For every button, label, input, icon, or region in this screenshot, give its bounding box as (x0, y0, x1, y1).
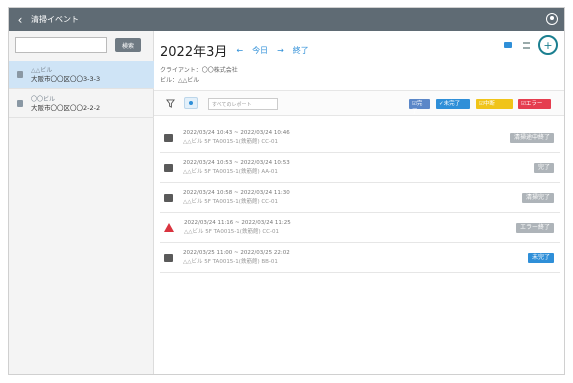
status-badge: 清掃途中終了 (509, 133, 554, 143)
event-icon (164, 133, 173, 142)
filter-chip-done[interactable]: ☑完了 (409, 99, 430, 115)
next-month-button[interactable]: → (277, 46, 284, 55)
status-badge: 未完了 (527, 253, 554, 263)
sidebar-item-building[interactable]: 〇〇ビル 大阪市〇〇区〇〇2-2-2 (9, 90, 154, 118)
event-icon (164, 253, 173, 262)
warning-icon (164, 223, 174, 232)
month-header: 2022年3月 ← 今日 → 終了 (160, 41, 309, 60)
event-location: △△ビル 5F TA0015-1(鉄筋館) BB-01 (183, 258, 278, 265)
event-location: △△ビル 5F TA0015-1(鉄筋館) AA-01 (183, 168, 278, 175)
add-event-button[interactable]: + (538, 35, 558, 55)
today-button[interactable]: 今日 (252, 45, 268, 56)
building-name: 〇〇ビル (31, 95, 56, 103)
search-input[interactable] (15, 37, 107, 53)
sidebar: 検索 △△ビル 大阪市〇〇区〇〇3-3-3 〇〇ビル 大阪市〇〇区〇〇2-2-2 (9, 31, 154, 374)
filter-chip-undone[interactable]: ✓未完了 (436, 99, 470, 109)
status-badge: 完了 (533, 163, 554, 173)
event-row[interactable]: 2022/03/25 11:00 ~ 2022/03/25 22:02 △△ビル… (160, 243, 560, 273)
filter-bar: すべてのレポート ☑完了 ✓未完了 ☑中断 ☑エラー (154, 90, 564, 116)
building-icon (17, 100, 23, 107)
building-label: ビル：△△ビル (160, 77, 200, 84)
event-text: 2022/03/24 10:43 ~ 2022/03/24 10:46 △△ビル… (183, 129, 290, 147)
prev-month-button[interactable]: ← (236, 46, 243, 55)
event-time: 2022/03/24 11:16 ~ 2022/03/24 11:25 (184, 219, 291, 226)
status-badge: エラー終了 (515, 223, 554, 233)
event-text: 2022/03/25 11:00 ~ 2022/03/25 22:02 △△ビル… (183, 249, 290, 267)
back-icon[interactable]: ‹ (9, 13, 31, 27)
funnel-icon[interactable] (166, 99, 175, 108)
page-title: 清掃イベント (31, 15, 79, 24)
report-select[interactable]: すべてのレポート (208, 98, 278, 110)
event-row[interactable]: 2022/03/24 10:53 ~ 2022/03/24 10:53 △△ビル… (160, 153, 560, 183)
event-row[interactable]: 2022/03/24 10:43 ~ 2022/03/24 10:46 △△ビル… (160, 123, 560, 153)
filter-chip-paused[interactable]: ☑中断 (476, 99, 513, 109)
filter-chip-error[interactable]: ☑エラー (518, 99, 551, 109)
app-window: ‹ 清掃イベント 検索 △△ビル 大阪市〇〇区〇〇3-3-3 〇〇ビル 大阪市〇… (8, 7, 565, 375)
grid-view-icon[interactable] (502, 39, 514, 51)
event-location: △△ビル 5F TA0015-1(鉄筋館) CC-01 (184, 228, 279, 235)
user-icon[interactable] (546, 13, 558, 25)
event-time: 2022/03/24 10:58 ~ 2022/03/24 11:30 (183, 189, 290, 196)
building-icon (17, 71, 23, 78)
event-text: 2022/03/24 10:58 ~ 2022/03/24 11:30 △△ビル… (183, 189, 290, 207)
event-time: 2022/03/24 10:43 ~ 2022/03/24 10:46 (183, 129, 290, 136)
event-icon (164, 163, 173, 172)
view-toggle: + (496, 35, 558, 55)
building-address: 大阪市〇〇区〇〇3-3-3 (31, 74, 101, 83)
building-address: 大阪市〇〇区〇〇2-2-2 (31, 103, 101, 112)
search-row: 検索 (15, 37, 141, 53)
month-title: 2022年3月 (160, 45, 228, 60)
event-location: △△ビル 5F TA0015-1(鉄筋館) CC-01 (183, 138, 278, 145)
event-row[interactable]: 2022/03/24 10:58 ~ 2022/03/24 11:30 △△ビル… (160, 183, 560, 213)
last-button[interactable]: 終了 (293, 45, 309, 56)
event-location: △△ビル 5F TA0015-1(鉄筋館) CC-01 (183, 198, 278, 205)
main-panel: 2022年3月 ← 今日 → 終了 クライアント：〇〇株式会社 ビル：△△ビル … (154, 31, 564, 374)
client-label: クライアント：〇〇株式会社 (160, 67, 238, 74)
list-view-icon[interactable] (520, 39, 532, 51)
status-badge: 清掃完了 (521, 193, 554, 203)
top-bar: ‹ 清掃イベント (9, 8, 564, 31)
sidebar-item-building[interactable]: △△ビル 大阪市〇〇区〇〇3-3-3 (9, 61, 154, 89)
event-row[interactable]: 2022/03/24 11:16 ~ 2022/03/24 11:25 △△ビル… (160, 213, 560, 243)
building-name: △△ビル (31, 66, 53, 74)
building-text: 〇〇ビル 大阪市〇〇区〇〇2-2-2 (31, 95, 100, 113)
event-icon (164, 193, 173, 202)
event-time: 2022/03/25 11:00 ~ 2022/03/25 22:02 (183, 249, 290, 256)
event-text: 2022/03/24 11:16 ~ 2022/03/24 11:25 △△ビル… (184, 219, 291, 237)
eye-icon[interactable] (184, 97, 198, 109)
building-text: △△ビル 大阪市〇〇区〇〇3-3-3 (31, 66, 100, 84)
event-time: 2022/03/24 10:53 ~ 2022/03/24 10:53 (183, 159, 290, 166)
event-text: 2022/03/24 10:53 ~ 2022/03/24 10:53 △△ビル… (183, 159, 290, 177)
search-button[interactable]: 検索 (115, 38, 141, 52)
